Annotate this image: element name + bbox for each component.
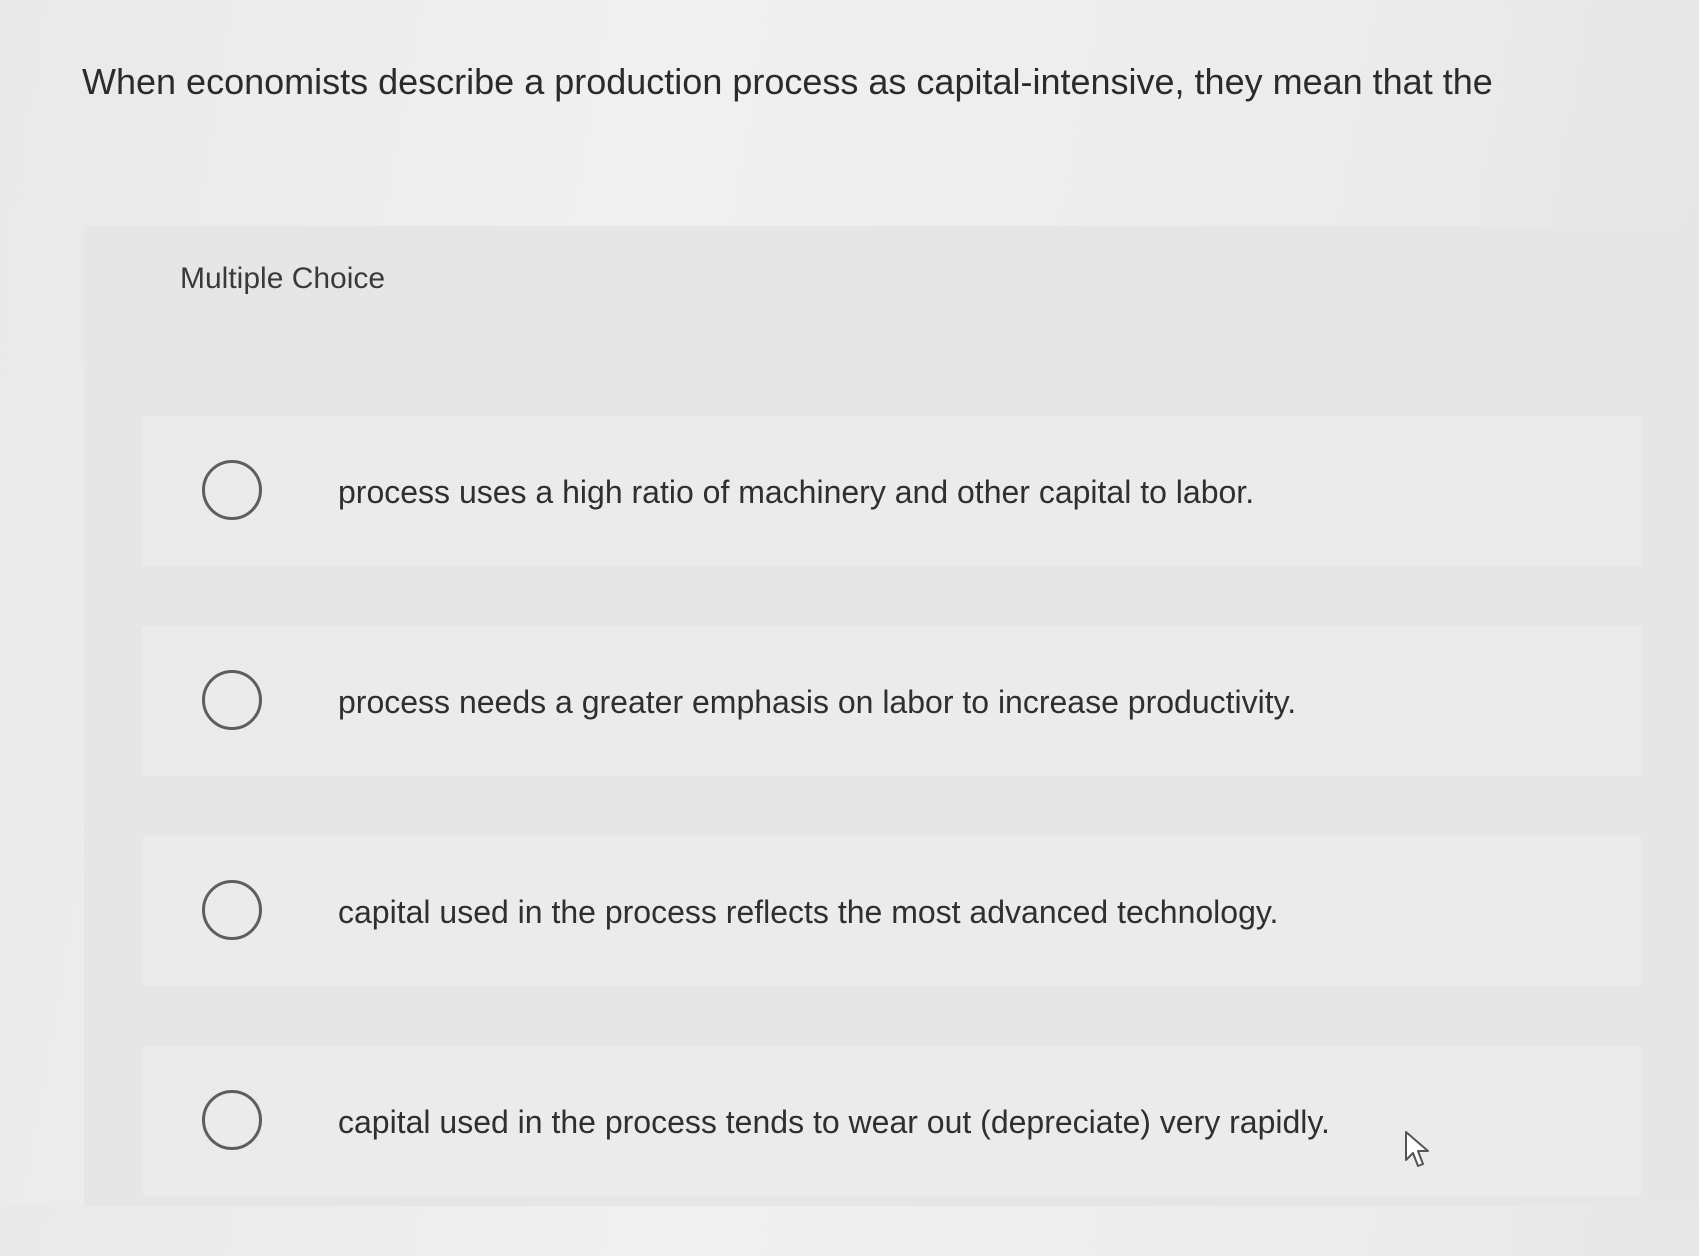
option-3[interactable]: capital used in the process reflects the…: [142, 836, 1642, 986]
radio-button-icon[interactable]: [202, 880, 262, 940]
option-label: process uses a high ratio of machinery a…: [338, 474, 1255, 510]
multiple-choice-panel: Multiple Choice process uses a high rati…: [84, 226, 1699, 1206]
option-label: process needs a greater emphasis on labo…: [338, 684, 1297, 720]
radio-button-icon[interactable]: [202, 670, 262, 730]
option-label: capital used in the process reflects the…: [338, 894, 1279, 930]
option-2[interactable]: process needs a greater emphasis on labo…: [142, 626, 1642, 776]
multiple-choice-header: Multiple Choice: [180, 262, 386, 295]
radio-button-icon[interactable]: [202, 1090, 262, 1150]
option-label: capital used in the process tends to wea…: [338, 1104, 1330, 1140]
question-text: When economists describe a production pr…: [82, 61, 1493, 102]
option-1[interactable]: process uses a high ratio of machinery a…: [142, 416, 1642, 566]
option-4[interactable]: capital used in the process tends to wea…: [142, 1046, 1642, 1196]
mouse-pointer-icon: [1405, 1131, 1429, 1167]
radio-button-icon[interactable]: [202, 460, 262, 520]
